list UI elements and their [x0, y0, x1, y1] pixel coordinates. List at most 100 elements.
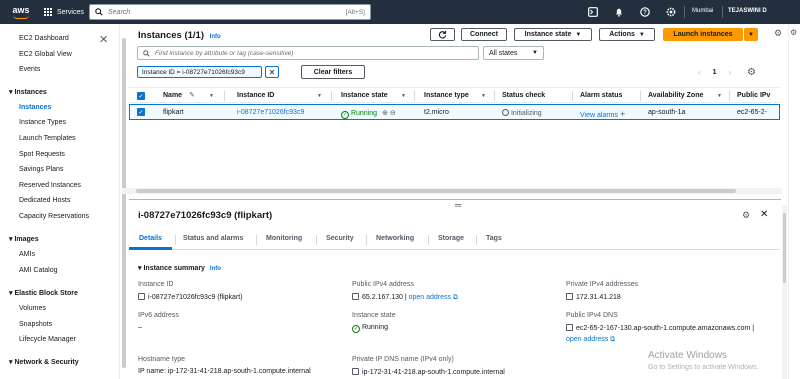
external-link-icon[interactable]: ⧉ — [610, 336, 615, 343]
table-row[interactable]: ✓ flipkart i-08727e71026fc93c9 ✓ Running… — [129, 104, 780, 120]
chevron-right-icon[interactable]: › — [729, 68, 732, 77]
column-status-check[interactable]: Status check — [502, 92, 545, 99]
sidebar-section-network[interactable]: ▾ Network & Security — [9, 358, 79, 366]
global-search-input[interactable]: Search [Alt+S] — [89, 4, 371, 20]
sidebar-item-spot-requests[interactable]: Spot Requests — [19, 151, 65, 158]
settings-icon[interactable]: ⚙ — [742, 210, 750, 221]
terminal-icon[interactable] — [586, 5, 600, 19]
launch-instances-button[interactable]: Launch instances — [663, 28, 743, 41]
sort-icon[interactable]: ▼ — [481, 93, 486, 99]
pending-icon — [502, 109, 509, 116]
instance-summary-header[interactable]: ▾ Instance summary Info — [138, 264, 221, 272]
close-icon[interactable]: ✕ — [99, 33, 108, 46]
actions-button[interactable]: Actions ▼ — [599, 28, 655, 41]
zoom-in-icon[interactable]: ⊕ — [382, 110, 388, 117]
sidebar-section-ebs[interactable]: ▾ Elastic Block Store — [9, 289, 78, 297]
sidebar-item-amis[interactable]: AMIs — [19, 251, 35, 258]
sidebar-item-capacity-reservations[interactable]: Capacity Reservations — [19, 213, 89, 220]
settings-icon[interactable]: ⚙ — [790, 28, 797, 37]
plus-icon[interactable]: + — [620, 109, 625, 119]
view-alarms-link[interactable]: View alarms — [580, 112, 618, 119]
details-vertical-scrollbar[interactable] — [782, 205, 787, 379]
info-link[interactable]: Info — [210, 34, 221, 40]
aws-logo[interactable]: aws — [8, 3, 34, 21]
sort-icon[interactable]: ▼ — [317, 93, 322, 99]
sidebar-section-instances[interactable]: ▾ Instances — [9, 88, 47, 96]
scrollbar-thumb[interactable] — [783, 213, 786, 283]
tab-details[interactable]: Details — [139, 235, 162, 242]
instance-state-button[interactable]: Instance state ▼ — [514, 28, 592, 41]
column-instance-state[interactable]: Instance state — [341, 92, 388, 99]
settings-icon[interactable]: ⚙ — [747, 67, 756, 78]
cell-alarm[interactable]: View alarms + — [580, 109, 625, 119]
help-icon[interactable]: ? — [638, 5, 652, 19]
sidebar-item-savings-plans[interactable]: Savings Plans — [19, 166, 63, 173]
column-availability-zone[interactable]: Availability Zone — [648, 92, 703, 99]
sidebar-item-snapshots[interactable]: Snapshots — [19, 321, 52, 328]
column-public-ip[interactable]: Public IPv — [737, 92, 770, 99]
scrollbar-thumb[interactable] — [136, 189, 736, 193]
row-checkbox[interactable]: ✓ — [137, 108, 145, 116]
sort-icon[interactable]: ▼ — [209, 93, 214, 99]
sidebar-item-ec2-dashboard[interactable]: EC2 Dashboard — [19, 35, 69, 42]
region-selector[interactable]: Mumbai — [692, 8, 713, 14]
sidebar-item-instances[interactable]: Instances — [19, 104, 51, 111]
table-horizontal-scrollbar[interactable] — [122, 188, 782, 194]
sidebar-item-volumes[interactable]: Volumes — [19, 305, 46, 312]
sort-icon[interactable]: ▼ — [717, 93, 722, 99]
page-number[interactable]: 1 — [713, 69, 717, 76]
sidebar-item-ami-catalog[interactable]: AMI Catalog — [19, 267, 58, 274]
cell-instance-id[interactable]: i-08727e71026fc93c9 — [237, 109, 304, 116]
sidebar-item-instance-types[interactable]: Instance Types — [19, 119, 66, 126]
chevron-left-icon[interactable]: ‹ — [698, 68, 701, 77]
column-name[interactable]: Name — [163, 92, 182, 99]
close-icon[interactable]: ✕ — [760, 209, 768, 220]
copy-icon[interactable] — [566, 324, 573, 331]
sidebar-item-launch-templates[interactable]: Launch Templates — [19, 135, 76, 142]
info-link[interactable]: Info — [210, 266, 221, 272]
select-all-checkbox[interactable]: ✓ — [137, 92, 145, 100]
account-menu[interactable]: TEJASWINI D — [728, 8, 767, 14]
column-instance-type[interactable]: Instance type — [424, 92, 469, 99]
tab-tags[interactable]: Tags — [486, 235, 502, 242]
sidebar-section-images[interactable]: ▾ Images — [9, 235, 39, 243]
copy-icon[interactable] — [352, 368, 359, 375]
drag-handle-icon[interactable]: ═ — [455, 200, 461, 210]
sidebar-item-ec2-global-view[interactable]: EC2 Global View — [19, 51, 72, 58]
external-link-icon[interactable]: ⧉ — [453, 294, 458, 301]
bell-icon[interactable] — [612, 5, 626, 19]
tab-networking[interactable]: Networking — [376, 235, 414, 242]
gear-icon[interactable] — [664, 5, 678, 19]
zoom-out-icon[interactable]: ⊖ — [390, 110, 396, 117]
copy-icon[interactable] — [138, 293, 145, 300]
sort-icon[interactable]: ▼ — [401, 93, 406, 99]
services-menu[interactable]: Services — [44, 7, 84, 17]
launch-dropdown-button[interactable]: ▼ — [744, 28, 758, 41]
open-address-link[interactable]: open address — [409, 294, 451, 301]
tab-monitoring[interactable]: Monitoring — [266, 235, 302, 242]
sidebar-scrollbar[interactable] — [122, 38, 126, 368]
copy-icon[interactable] — [566, 293, 573, 300]
clear-filters-button[interactable]: Clear filters — [301, 65, 365, 79]
tab-storage[interactable]: Storage — [438, 235, 464, 242]
sidebar-item-dedicated-hosts[interactable]: Dedicated Hosts — [19, 197, 70, 204]
field-instance-state-text: Running — [361, 324, 389, 331]
cell-instance-state-text: Running — [350, 110, 378, 117]
refresh-button[interactable] — [430, 28, 455, 41]
connect-button[interactable]: Connect — [461, 28, 507, 41]
sidebar-item-events[interactable]: Events — [19, 66, 40, 73]
column-alarm-status[interactable]: Alarm status — [580, 92, 622, 99]
column-instance-id[interactable]: Instance ID — [237, 92, 274, 99]
tab-status-and-alarms[interactable]: Status and alarms — [183, 235, 243, 242]
instance-filter-input[interactable]: Find instance by attribute or tag (case-… — [137, 46, 479, 60]
edit-icon[interactable]: ✎ — [189, 91, 195, 99]
sidebar-item-reserved-instances[interactable]: Reserved Instances — [19, 182, 81, 189]
gear-icon[interactable]: ⚙ — [774, 28, 782, 39]
copy-icon[interactable] — [352, 293, 359, 300]
open-address-link[interactable]: open address — [566, 336, 608, 343]
search-shortcut: [Alt+S] — [345, 8, 365, 16]
close-icon[interactable]: ✕ — [265, 66, 279, 78]
tab-security[interactable]: Security — [326, 235, 354, 242]
states-select[interactable]: All states ▼ — [483, 46, 544, 60]
sidebar-item-lifecycle-manager[interactable]: Lifecycle Manager — [19, 336, 76, 343]
